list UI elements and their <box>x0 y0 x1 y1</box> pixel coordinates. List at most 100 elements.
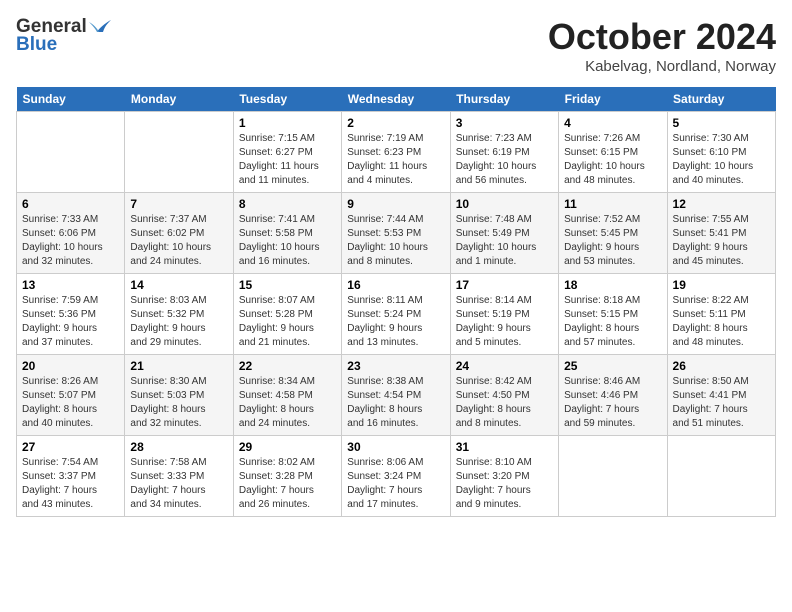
day-number: 27 <box>22 440 119 454</box>
calendar-cell: 24 Sunrise: 8:42 AM Sunset: 4:50 PM Dayli… <box>450 355 558 436</box>
day-info: Sunrise: 8:03 AM Sunset: 5:32 PM Dayligh… <box>130 294 227 350</box>
day-info: Sunrise: 7:44 AM Sunset: 5:53 PM Dayligh… <box>347 213 444 269</box>
day-info: Sunrise: 7:26 AM Sunset: 6:15 PM Dayligh… <box>564 132 661 188</box>
calendar-cell <box>667 436 775 517</box>
day-info: Sunrise: 7:59 AM Sunset: 5:36 PM Dayligh… <box>22 294 119 350</box>
calendar-cell <box>17 112 125 193</box>
calendar-cell: 28 Sunrise: 7:58 AM Sunset: 3:33 PM Dayli… <box>125 436 233 517</box>
day-info: Sunrise: 8:42 AM Sunset: 4:50 PM Dayligh… <box>456 375 553 431</box>
calendar-cell: 14 Sunrise: 8:03 AM Sunset: 5:32 PM Dayli… <box>125 274 233 355</box>
day-number: 31 <box>456 440 553 454</box>
calendar-cell: 12 Sunrise: 7:55 AM Sunset: 5:41 PM Dayli… <box>667 193 775 274</box>
calendar-cell: 31 Sunrise: 8:10 AM Sunset: 3:20 PM Dayli… <box>450 436 558 517</box>
day-info: Sunrise: 8:07 AM Sunset: 5:28 PM Dayligh… <box>239 294 336 350</box>
calendar-cell: 2 Sunrise: 7:19 AM Sunset: 6:23 PM Daylig… <box>342 112 450 193</box>
calendar-week-3: 13 Sunrise: 7:59 AM Sunset: 5:36 PM Dayli… <box>17 274 776 355</box>
day-number: 11 <box>564 197 661 211</box>
day-info: Sunrise: 7:41 AM Sunset: 5:58 PM Dayligh… <box>239 213 336 269</box>
day-number: 23 <box>347 359 444 373</box>
day-number: 7 <box>130 197 227 211</box>
logo-bird-icon <box>89 18 111 36</box>
day-header-sunday: Sunday <box>17 87 125 112</box>
day-info: Sunrise: 7:37 AM Sunset: 6:02 PM Dayligh… <box>130 213 227 269</box>
day-info: Sunrise: 8:18 AM Sunset: 5:15 PM Dayligh… <box>564 294 661 350</box>
day-number: 28 <box>130 440 227 454</box>
day-info: Sunrise: 8:50 AM Sunset: 4:41 PM Dayligh… <box>673 375 770 431</box>
calendar-cell: 20 Sunrise: 8:26 AM Sunset: 5:07 PM Dayli… <box>17 355 125 436</box>
day-number: 17 <box>456 278 553 292</box>
day-number: 21 <box>130 359 227 373</box>
day-info: Sunrise: 8:10 AM Sunset: 3:20 PM Dayligh… <box>456 456 553 512</box>
day-header-tuesday: Tuesday <box>233 87 341 112</box>
calendar-cell: 23 Sunrise: 8:38 AM Sunset: 4:54 PM Dayli… <box>342 355 450 436</box>
calendar-cell: 21 Sunrise: 8:30 AM Sunset: 5:03 PM Dayli… <box>125 355 233 436</box>
page-header: General Blue October 2024 Kabelvag, Nord… <box>16 16 776 75</box>
calendar-cell <box>559 436 667 517</box>
day-header-monday: Monday <box>125 87 233 112</box>
day-number: 16 <box>347 278 444 292</box>
day-info: Sunrise: 7:52 AM Sunset: 5:45 PM Dayligh… <box>564 213 661 269</box>
calendar-cell: 13 Sunrise: 7:59 AM Sunset: 5:36 PM Dayli… <box>17 274 125 355</box>
day-number: 26 <box>673 359 770 373</box>
day-number: 20 <box>22 359 119 373</box>
calendar-week-2: 6 Sunrise: 7:33 AM Sunset: 6:06 PM Daylig… <box>17 193 776 274</box>
day-number: 14 <box>130 278 227 292</box>
day-number: 9 <box>347 197 444 211</box>
day-info: Sunrise: 7:54 AM Sunset: 3:37 PM Dayligh… <box>22 456 119 512</box>
calendar-cell: 25 Sunrise: 8:46 AM Sunset: 4:46 PM Dayli… <box>559 355 667 436</box>
day-info: Sunrise: 7:15 AM Sunset: 6:27 PM Dayligh… <box>239 132 336 188</box>
day-info: Sunrise: 8:34 AM Sunset: 4:58 PM Dayligh… <box>239 375 336 431</box>
day-info: Sunrise: 8:30 AM Sunset: 5:03 PM Dayligh… <box>130 375 227 431</box>
day-info: Sunrise: 7:55 AM Sunset: 5:41 PM Dayligh… <box>673 213 770 269</box>
calendar-cell: 5 Sunrise: 7:30 AM Sunset: 6:10 PM Daylig… <box>667 112 775 193</box>
day-number: 2 <box>347 116 444 130</box>
day-info: Sunrise: 7:33 AM Sunset: 6:06 PM Dayligh… <box>22 213 119 269</box>
day-number: 13 <box>22 278 119 292</box>
day-number: 4 <box>564 116 661 130</box>
day-header-wednesday: Wednesday <box>342 87 450 112</box>
calendar-cell: 1Sunrise: 7:15 AM Sunset: 6:27 PM Daylig… <box>233 112 341 193</box>
day-number: 3 <box>456 116 553 130</box>
location: Kabelvag, Nordland, Norway <box>548 58 776 75</box>
day-info: Sunrise: 8:11 AM Sunset: 5:24 PM Dayligh… <box>347 294 444 350</box>
calendar-cell: 22Sunrise: 8:34 AM Sunset: 4:58 PM Dayli… <box>233 355 341 436</box>
calendar-cell: 16 Sunrise: 8:11 AM Sunset: 5:24 PM Dayli… <box>342 274 450 355</box>
calendar-cell: 6 Sunrise: 7:33 AM Sunset: 6:06 PM Daylig… <box>17 193 125 274</box>
day-number: 8 <box>239 197 336 211</box>
day-number: 10 <box>456 197 553 211</box>
calendar-header-row: SundayMondayTuesdayWednesdayThursdayFrid… <box>17 87 776 112</box>
day-info: Sunrise: 7:19 AM Sunset: 6:23 PM Dayligh… <box>347 132 444 188</box>
day-number: 6 <box>22 197 119 211</box>
day-info: Sunrise: 7:58 AM Sunset: 3:33 PM Dayligh… <box>130 456 227 512</box>
day-info: Sunrise: 8:06 AM Sunset: 3:24 PM Dayligh… <box>347 456 444 512</box>
day-number: 18 <box>564 278 661 292</box>
day-header-saturday: Saturday <box>667 87 775 112</box>
day-number: 19 <box>673 278 770 292</box>
calendar-cell: 4 Sunrise: 7:26 AM Sunset: 6:15 PM Daylig… <box>559 112 667 193</box>
day-number: 5 <box>673 116 770 130</box>
month-title: October 2024 <box>548 16 776 58</box>
calendar-cell: 29Sunrise: 8:02 AM Sunset: 3:28 PM Dayli… <box>233 436 341 517</box>
day-info: Sunrise: 8:46 AM Sunset: 4:46 PM Dayligh… <box>564 375 661 431</box>
calendar-cell: 7 Sunrise: 7:37 AM Sunset: 6:02 PM Daylig… <box>125 193 233 274</box>
day-info: Sunrise: 7:23 AM Sunset: 6:19 PM Dayligh… <box>456 132 553 188</box>
calendar-cell: 26 Sunrise: 8:50 AM Sunset: 4:41 PM Dayli… <box>667 355 775 436</box>
calendar-cell: 19Sunrise: 8:22 AM Sunset: 5:11 PM Dayli… <box>667 274 775 355</box>
calendar-week-5: 27 Sunrise: 7:54 AM Sunset: 3:37 PM Dayli… <box>17 436 776 517</box>
calendar-cell: 30Sunrise: 8:06 AM Sunset: 3:24 PM Dayli… <box>342 436 450 517</box>
day-info: Sunrise: 7:30 AM Sunset: 6:10 PM Dayligh… <box>673 132 770 188</box>
title-block: October 2024 Kabelvag, Nordland, Norway <box>548 16 776 75</box>
calendar-cell: 9 Sunrise: 7:44 AM Sunset: 5:53 PM Daylig… <box>342 193 450 274</box>
day-number: 12 <box>673 197 770 211</box>
calendar-week-4: 20 Sunrise: 8:26 AM Sunset: 5:07 PM Dayli… <box>17 355 776 436</box>
calendar-cell <box>125 112 233 193</box>
calendar-table: SundayMondayTuesdayWednesdayThursdayFrid… <box>16 87 776 517</box>
day-number: 24 <box>456 359 553 373</box>
day-info: Sunrise: 8:26 AM Sunset: 5:07 PM Dayligh… <box>22 375 119 431</box>
calendar-cell: 3 Sunrise: 7:23 AM Sunset: 6:19 PM Daylig… <box>450 112 558 193</box>
day-info: Sunrise: 8:38 AM Sunset: 4:54 PM Dayligh… <box>347 375 444 431</box>
calendar-cell: 11 Sunrise: 7:52 AM Sunset: 5:45 PM Dayli… <box>559 193 667 274</box>
day-info: Sunrise: 8:14 AM Sunset: 5:19 PM Dayligh… <box>456 294 553 350</box>
day-number: 25 <box>564 359 661 373</box>
calendar-week-1: 1Sunrise: 7:15 AM Sunset: 6:27 PM Daylig… <box>17 112 776 193</box>
